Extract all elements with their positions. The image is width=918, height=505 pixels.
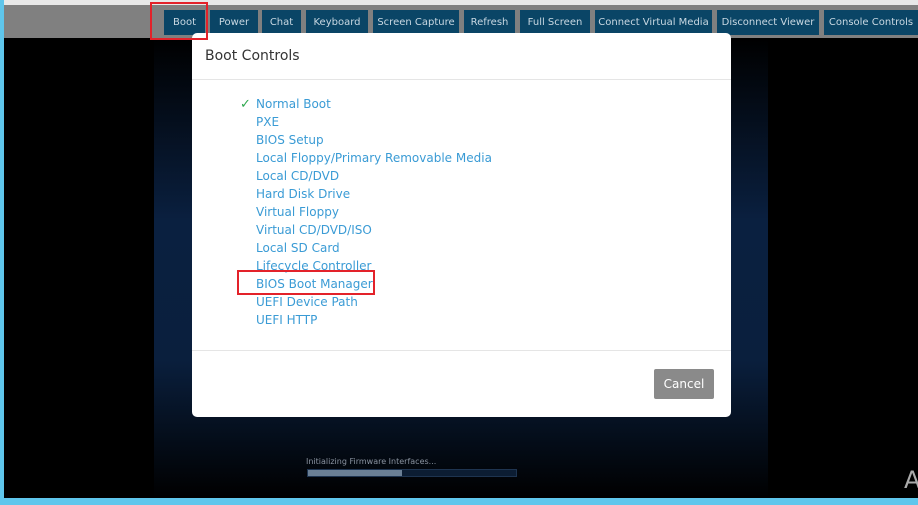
keyboard-button[interactable]: Keyboard <box>306 10 368 35</box>
screen-capture-button[interactable]: Screen Capture <box>373 10 459 35</box>
boot-option-bios-setup[interactable]: BIOS Setup <box>256 133 324 147</box>
boot-option-pxe[interactable]: PXE <box>256 115 279 129</box>
corner-text: A <box>904 466 918 494</box>
console-status-text: Initializing Firmware Interfaces... <box>306 457 437 466</box>
divider <box>192 79 731 80</box>
divider <box>192 350 731 351</box>
disconnect-viewer-button[interactable]: Disconnect Viewer <box>717 10 819 35</box>
chat-button[interactable]: Chat <box>262 10 301 35</box>
refresh-button[interactable]: Refresh <box>464 10 515 35</box>
left-border <box>0 0 4 505</box>
connect-virtual-media-button[interactable]: Connect Virtual Media <box>595 10 712 35</box>
check-icon: ✓ <box>240 97 251 112</box>
boot-option-local-floppy-primary-removable-media[interactable]: Local Floppy/Primary Removable Media <box>256 151 492 165</box>
full-screen-button[interactable]: Full Screen <box>520 10 590 35</box>
boot-controls-dialog: Boot Controls ✓ Normal Boot PXE BIOS Setup… <box>192 33 731 417</box>
bios-boot-manager-highlight-box <box>237 270 375 295</box>
console-progress-bar <box>307 469 517 477</box>
boot-option-normal-boot[interactable]: Normal Boot <box>256 97 331 111</box>
boot-option-hard-disk-drive[interactable]: Hard Disk Drive <box>256 187 350 201</box>
boot-option-uefi-device-path[interactable]: UEFI Device Path <box>256 295 358 309</box>
cancel-button[interactable]: Cancel <box>654 369 714 399</box>
boot-option-virtual-floppy[interactable]: Virtual Floppy <box>256 205 339 219</box>
boot-option-local-cd-dvd[interactable]: Local CD/DVD <box>256 169 339 183</box>
boot-option-local-sd-card[interactable]: Local SD Card <box>256 241 340 255</box>
progress-fill <box>308 470 402 476</box>
boot-option-uefi-http[interactable]: UEFI HTTP <box>256 313 317 327</box>
dialog-title: Boot Controls <box>205 48 300 64</box>
boot-option-virtual-cd-dvd-iso[interactable]: Virtual CD/DVD/ISO <box>256 223 372 237</box>
console-controls-button[interactable]: Console Controls <box>824 10 918 35</box>
power-button[interactable]: Power <box>210 10 258 35</box>
boot-highlight-box <box>150 2 208 40</box>
bottom-border <box>0 498 918 505</box>
